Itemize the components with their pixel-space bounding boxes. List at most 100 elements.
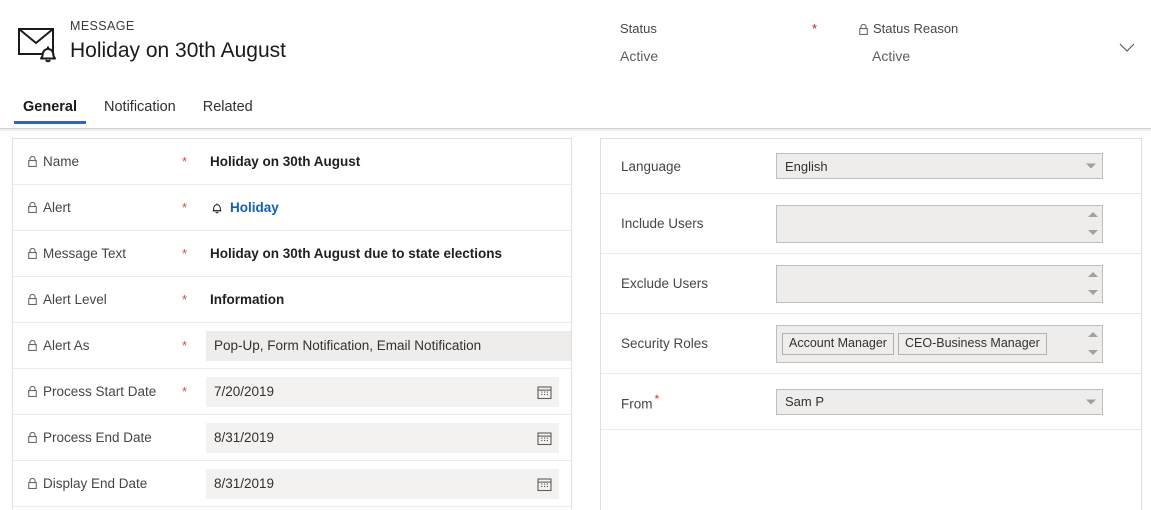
field-row-alert-level: Alert Level * Information (13, 277, 571, 323)
field-label-display-end-date: Display End Date (27, 476, 182, 491)
field-label-from-text: From (621, 396, 653, 411)
field-value-alert-as[interactable]: Pop-Up, Form Notification, Email Notific… (206, 331, 571, 361)
field-label-text: Process End Date (43, 430, 152, 445)
field-value-process-start-date[interactable]: 7/20/2019 (206, 377, 559, 407)
field-row-include-users: Include Users (601, 194, 1141, 254)
date-value-text: 8/31/2019 (214, 430, 274, 445)
field-label-alert-as: Alert As (27, 338, 182, 353)
envelope-bell-icon (16, 22, 64, 64)
field-label-text: Alert (43, 200, 71, 215)
required-marker: * (182, 295, 206, 305)
field-label-text: Process Start Date (43, 384, 156, 399)
field-row-name: Name * Holiday on 30th August (13, 139, 571, 185)
field-row-alert: Alert * Holiday (13, 185, 571, 231)
lock-icon (27, 155, 38, 168)
field-value-display-end-date[interactable]: 8/31/2019 (206, 469, 559, 499)
lock-icon (27, 431, 38, 444)
lock-icon (27, 293, 38, 306)
required-marker: * (182, 157, 206, 167)
field-value-process-end-date[interactable]: 8/31/2019 (206, 423, 559, 453)
field-value-alert-link[interactable]: Holiday (206, 200, 571, 215)
field-label-message-text: Message Text (27, 246, 182, 261)
lock-icon (27, 339, 38, 352)
record-header: MESSAGE Holiday on 30th August Status Ac… (0, 0, 1151, 96)
calendar-icon[interactable] (537, 384, 552, 399)
header-status-label-text: Status (620, 20, 657, 38)
field-value-message-text[interactable]: Holiday on 30th August due to state elec… (206, 246, 571, 261)
field-row-exclude-users: Exclude Users (601, 254, 1141, 314)
field-label-alert: Alert (27, 200, 182, 215)
form-body: Name * Holiday on 30th August Alert * (0, 138, 1151, 510)
required-marker: * (182, 341, 206, 351)
field-label-name: Name (27, 154, 182, 169)
header-status-field[interactable]: Status Active (620, 20, 820, 66)
header-status-reason-field[interactable]: Status Reason Active (858, 20, 1078, 66)
header-status-reason-label: Status Reason (858, 20, 1078, 38)
include-users-scroll-spinner[interactable] (1084, 206, 1102, 242)
exclude-users-list (776, 265, 1103, 303)
calendar-icon[interactable] (537, 476, 552, 491)
security-role-chip[interactable]: CEO-Business Manager (898, 333, 1047, 355)
header-status-reason-value: Active (858, 46, 1078, 66)
field-row-process-end-date: Process End Date 8/31/2019 (13, 415, 571, 461)
field-value-name[interactable]: Holiday on 30th August (206, 154, 571, 169)
lock-icon (27, 477, 38, 490)
lock-icon (27, 201, 38, 214)
general-right-section: Language English Include Users Exclude (600, 138, 1142, 510)
security-roles-multiselect[interactable]: Account Manager CEO-Business Manager (776, 325, 1103, 363)
field-label-text: Name (43, 154, 79, 169)
form-tab-bar: General Notification Related (0, 96, 1151, 128)
tab-related[interactable]: Related (194, 96, 262, 118)
header-status-label: Status (620, 20, 820, 38)
required-marker: * (182, 387, 206, 397)
caret-down-icon (1088, 350, 1098, 355)
include-users-multiselect[interactable] (776, 205, 1103, 243)
tab-notification[interactable]: Notification (95, 96, 185, 118)
chevron-down-icon[interactable] (1116, 36, 1138, 58)
exclude-users-multiselect[interactable] (776, 265, 1103, 303)
chevron-down-icon (1086, 164, 1096, 169)
field-label-process-end-date: Process End Date (27, 430, 182, 445)
tab-general[interactable]: General (14, 96, 86, 118)
chevron-down-icon (1086, 399, 1096, 404)
required-marker: * (182, 203, 206, 213)
caret-up-icon (1088, 272, 1098, 277)
field-row-security-roles: Security Roles Account Manager CEO-Busin… (601, 314, 1141, 374)
field-label-language: Language (621, 159, 776, 174)
field-label-include-users: Include Users (621, 216, 776, 231)
required-marker: * (655, 392, 660, 406)
calendar-icon[interactable] (537, 430, 552, 445)
message-record-form: MESSAGE Holiday on 30th August Status Ac… (0, 0, 1151, 510)
header-status-reason-label-text: Status Reason (873, 20, 958, 38)
caret-up-icon (1088, 212, 1098, 217)
field-row-language: Language English (601, 139, 1141, 194)
field-row-message-text: Message Text * Holiday on 30th August du… (13, 231, 571, 277)
field-row-alert-as: Alert As * Pop-Up, Form Notification, Em… (13, 323, 571, 369)
include-users-list (776, 205, 1103, 243)
date-value-text: 7/20/2019 (214, 384, 274, 399)
language-dropdown-value: English (776, 153, 1103, 179)
from-dropdown-value: Sam P (776, 389, 1103, 415)
field-label-text: Alert As (43, 338, 90, 353)
exclude-users-scroll-spinner[interactable] (1084, 266, 1102, 302)
lock-icon (858, 23, 869, 36)
header-status-required-marker: * (812, 22, 817, 35)
caret-down-icon (1088, 290, 1098, 295)
security-role-chip[interactable]: Account Manager (782, 333, 894, 355)
page-title: Holiday on 30th August (70, 36, 286, 66)
language-dropdown[interactable]: English (776, 153, 1103, 179)
field-row-display-end-date: Display End Date 8/31/2019 (13, 461, 571, 507)
field-value-alert-level[interactable]: Information (206, 292, 571, 307)
record-type-label: MESSAGE (70, 18, 286, 34)
date-value-text: 8/31/2019 (214, 476, 274, 491)
general-left-section: Name * Holiday on 30th August Alert * (12, 138, 572, 510)
header-status-value: Active (620, 46, 820, 66)
field-label-exclude-users: Exclude Users (621, 276, 776, 291)
security-roles-scroll-spinner[interactable] (1084, 326, 1102, 362)
field-label-text: Display End Date (43, 476, 147, 491)
field-row-process-start-date: Process Start Date * 7/20/2019 (13, 369, 571, 415)
from-dropdown[interactable]: Sam P (776, 389, 1103, 415)
tab-divider-shadow (0, 129, 1151, 131)
field-label-from: From* (621, 392, 776, 412)
bell-icon (210, 201, 224, 215)
